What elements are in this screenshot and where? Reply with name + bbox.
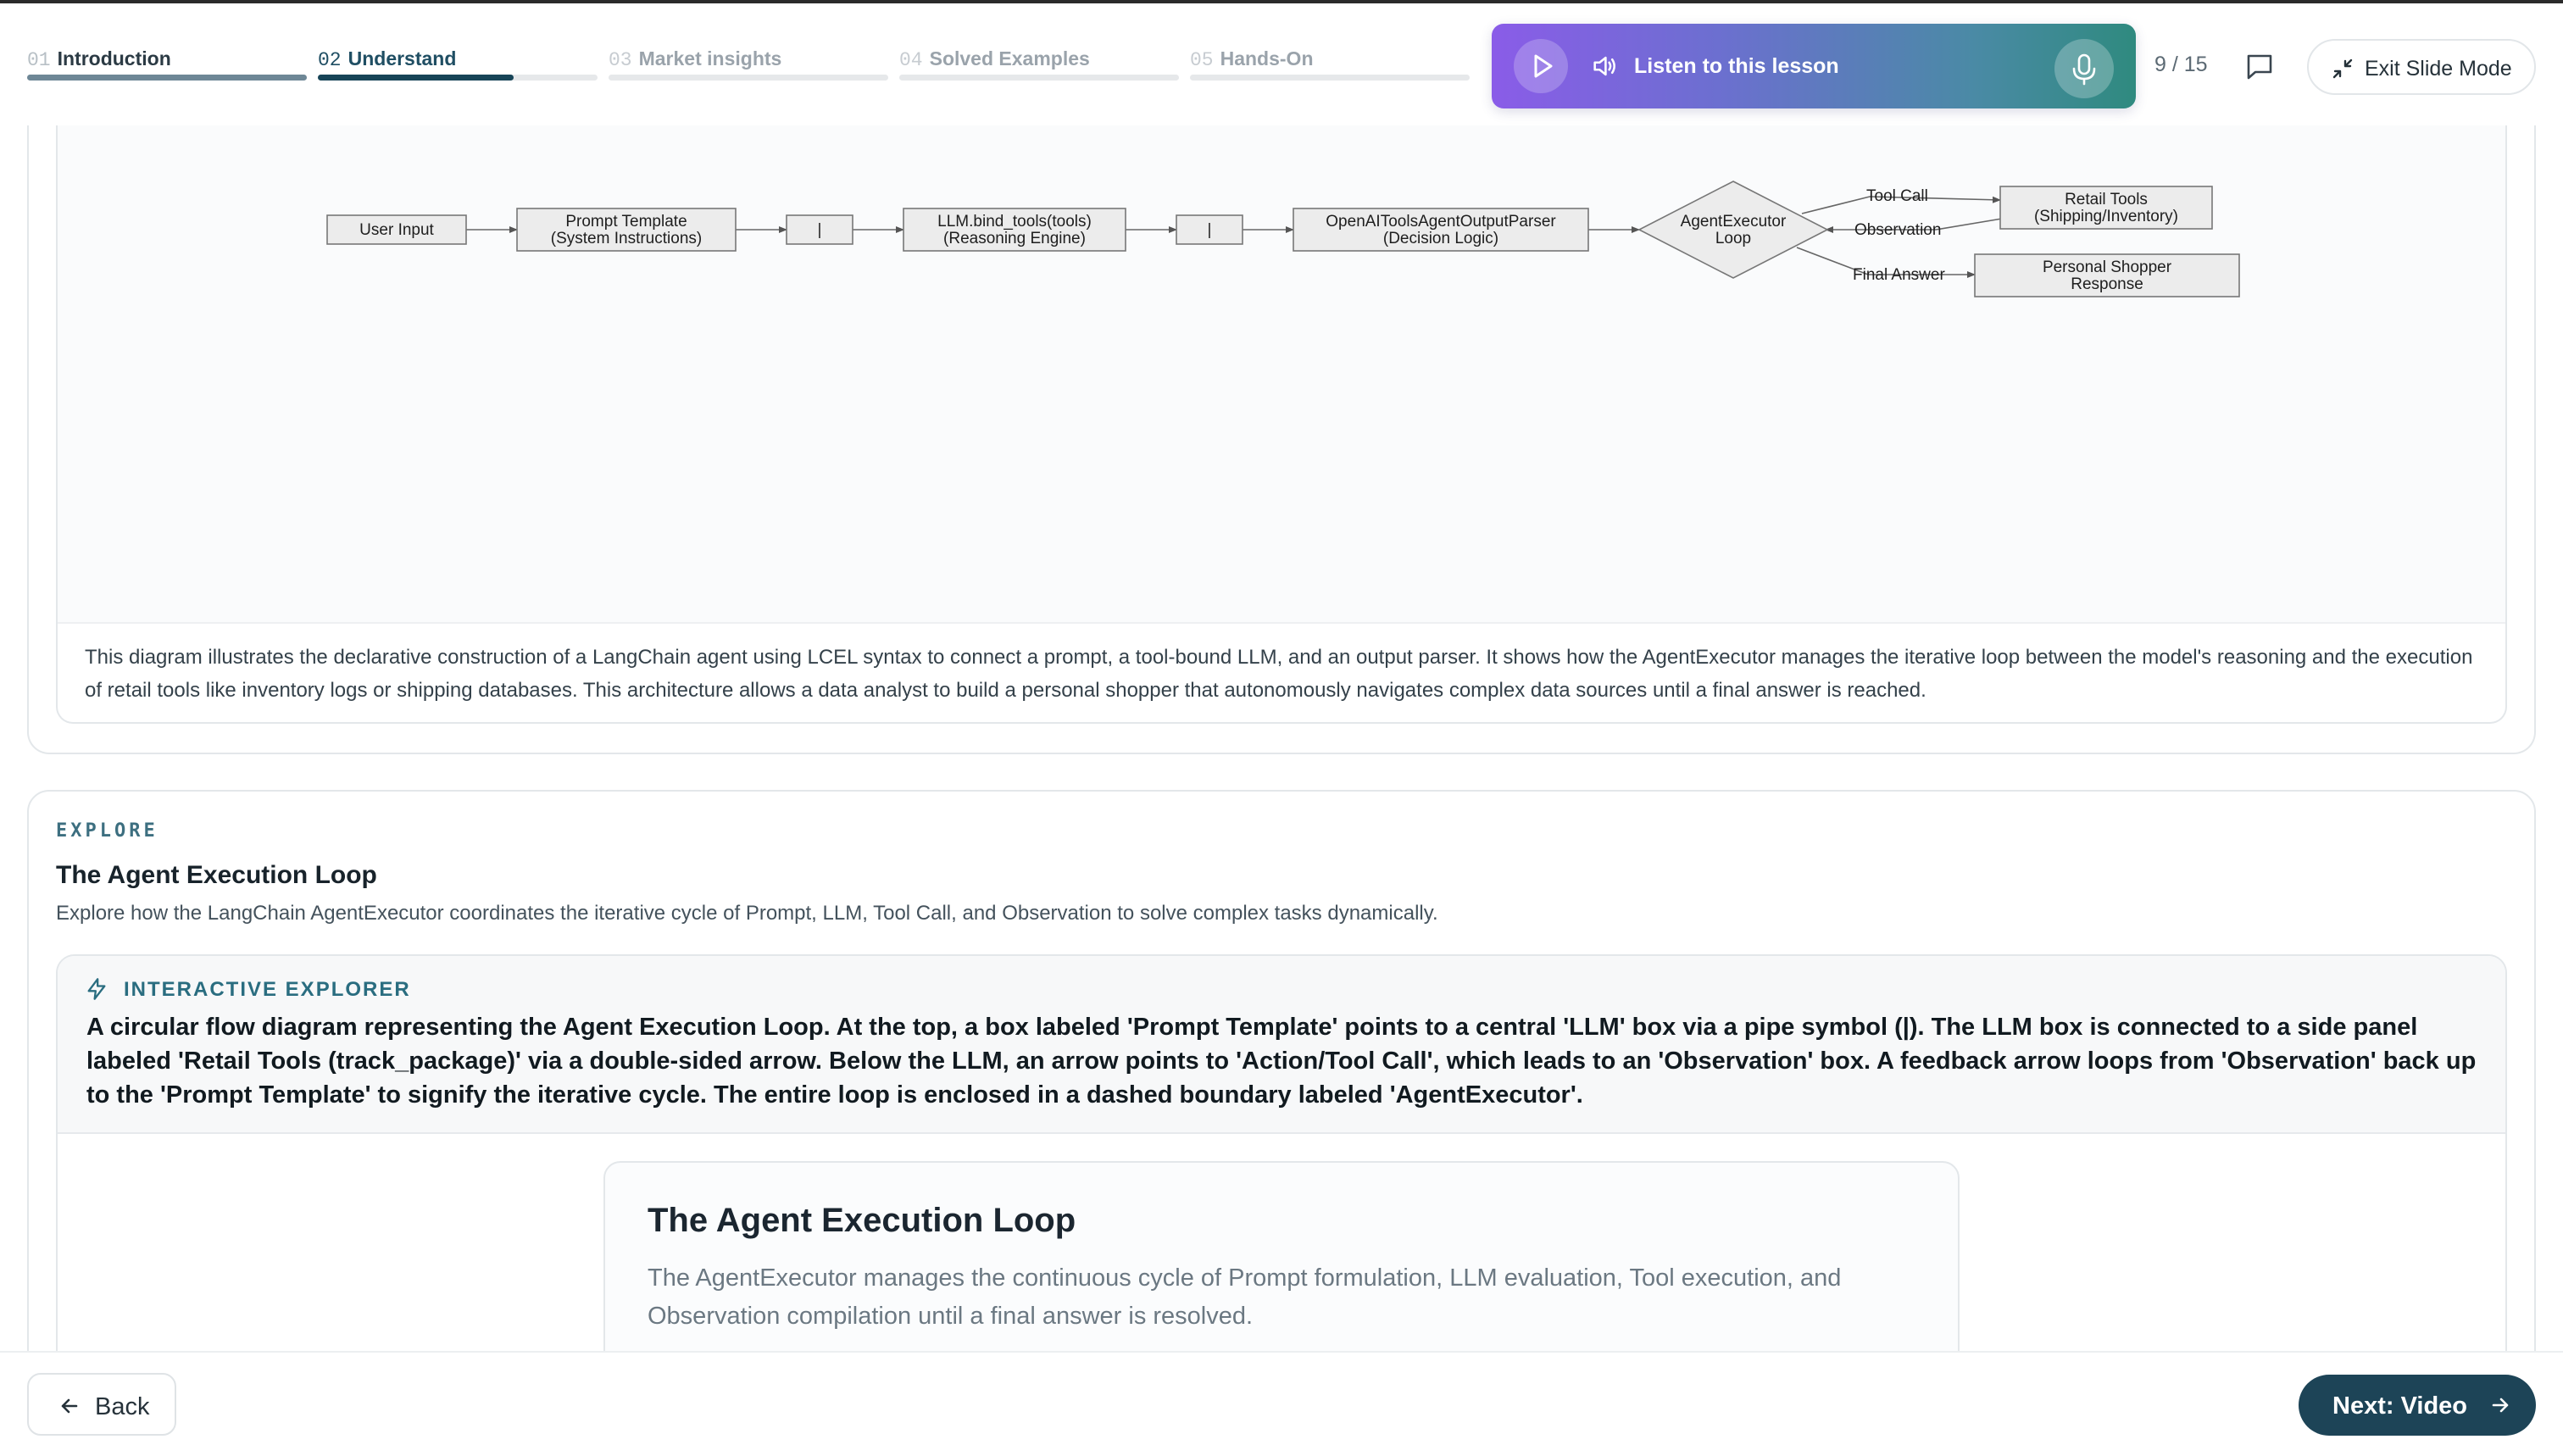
- step-solved-examples[interactable]: 04 Solved Examples: [899, 44, 1179, 85]
- step-label: Market insights: [638, 47, 782, 69]
- play-icon: [1534, 54, 1553, 78]
- step-progress-track: [318, 75, 598, 81]
- slide-counter: 9 / 15: [2154, 53, 2208, 76]
- step-progress-track: [609, 75, 888, 81]
- node-label: OpenAIToolsAgentOutputParser: [1326, 213, 1556, 231]
- node-label: (Decision Logic): [1383, 230, 1498, 247]
- arrow-left-icon: [61, 1398, 78, 1414]
- step-market-insights[interactable]: 03 Market insights: [609, 44, 888, 85]
- agent-architecture-diagram: User Input Prompt Template (System Instr…: [326, 181, 2240, 297]
- step-introduction[interactable]: 01 Introduction: [27, 44, 307, 85]
- interactive-explorer-header: INTERACTIVE EXPLORER A circular flow dia…: [58, 956, 2505, 1134]
- minimize-icon: [2332, 58, 2353, 79]
- step-label: Understand: [347, 47, 457, 69]
- step-understand[interactable]: 02 Understand: [318, 44, 598, 85]
- node-label: (Shipping/Inventory): [2034, 208, 2178, 225]
- step-number: 05: [1190, 49, 1214, 71]
- comment-icon[interactable]: [2241, 47, 2278, 85]
- listen-lesson-label[interactable]: Listen to this lesson: [1634, 54, 1839, 79]
- step-progress-track: [899, 75, 1179, 81]
- execution-loop-title: The Agent Execution Loop: [648, 1202, 1076, 1239]
- microphone-icon: [2072, 53, 2096, 86]
- step-number: 04: [899, 49, 923, 71]
- step-progress-fill: [318, 75, 514, 81]
- back-button[interactable]: Back: [27, 1373, 176, 1436]
- diagram-canvas: User Input Prompt Template (System Instr…: [58, 110, 2505, 624]
- arrow-right-icon: [2492, 1398, 2509, 1413]
- next-video-button[interactable]: Next: Video: [2299, 1375, 2536, 1436]
- exit-slide-mode-button[interactable]: Exit Slide Mode: [2307, 39, 2536, 95]
- step-progress-track: [1190, 75, 1470, 81]
- step-progress-fill: [27, 75, 307, 81]
- node-label: Loop: [1715, 230, 1751, 247]
- node-label: (System Instructions): [551, 230, 702, 247]
- step-progress-track: [27, 75, 307, 81]
- lightning-icon: [87, 978, 106, 1000]
- listen-lesson-player: Listen to this lesson: [1492, 24, 2136, 108]
- play-button[interactable]: [1514, 39, 1568, 93]
- diagram-figure: User Input Prompt Template (System Instr…: [56, 110, 2507, 724]
- edge-label-tool-call: Tool Call: [1866, 187, 1928, 205]
- node-label: (Reasoning Engine): [943, 230, 1086, 247]
- explore-title: The Agent Execution Loop: [56, 861, 377, 889]
- step-label: Hands-On: [1220, 47, 1314, 69]
- node-label: AgentExecutor: [1681, 213, 1787, 231]
- exit-slide-mode-label: Exit Slide Mode: [2365, 57, 2512, 81]
- step-label: Introduction: [57, 47, 171, 69]
- edge-label-final-answer: Final Answer: [1853, 266, 1945, 284]
- next-label: Next: Video: [2332, 1392, 2468, 1420]
- node-label: Retail Tools: [2065, 191, 2148, 208]
- interactive-explorer-tag: INTERACTIVE EXPLORER: [124, 978, 411, 1001]
- node-label: Response: [2071, 275, 2143, 293]
- lesson-footer: Back Next: Video: [0, 1351, 2563, 1456]
- node-label: LLM.bind_tools(tools): [937, 213, 1092, 231]
- node-label: |: [1208, 221, 1212, 239]
- node-label: |: [818, 221, 822, 239]
- step-hands-on[interactable]: 05 Hands-On: [1190, 44, 1470, 85]
- edge-labels: Tool Call Observation Final Answer: [1853, 187, 1945, 284]
- node-label: Personal Shopper: [2043, 258, 2172, 276]
- step-number: 02: [318, 49, 342, 71]
- node-label: Prompt Template: [565, 213, 687, 231]
- back-label: Back: [95, 1393, 150, 1420]
- step-number: 01: [27, 49, 51, 71]
- explore-description: Explore how the LangChain AgentExecutor …: [56, 902, 1438, 925]
- speaker-icon: [1593, 56, 1615, 76]
- diagram-caption: This diagram illustrates the declarative…: [85, 646, 2473, 702]
- node-label: User Input: [359, 221, 434, 239]
- step-number: 03: [609, 49, 632, 71]
- interactive-explorer-description: A circular flow diagram representing the…: [86, 1014, 2477, 1109]
- lesson-header: 01 Introduction 02 Understand 03 Market ins…: [0, 3, 2563, 125]
- microphone-button[interactable]: [2054, 39, 2114, 98]
- execution-loop-subtitle: The AgentExecutor manages the continuous…: [648, 1264, 1842, 1330]
- explore-tag: EXPLORE: [56, 820, 158, 842]
- edge-label-observation: Observation: [1854, 221, 1941, 239]
- step-label: Solved Examples: [929, 47, 1090, 69]
